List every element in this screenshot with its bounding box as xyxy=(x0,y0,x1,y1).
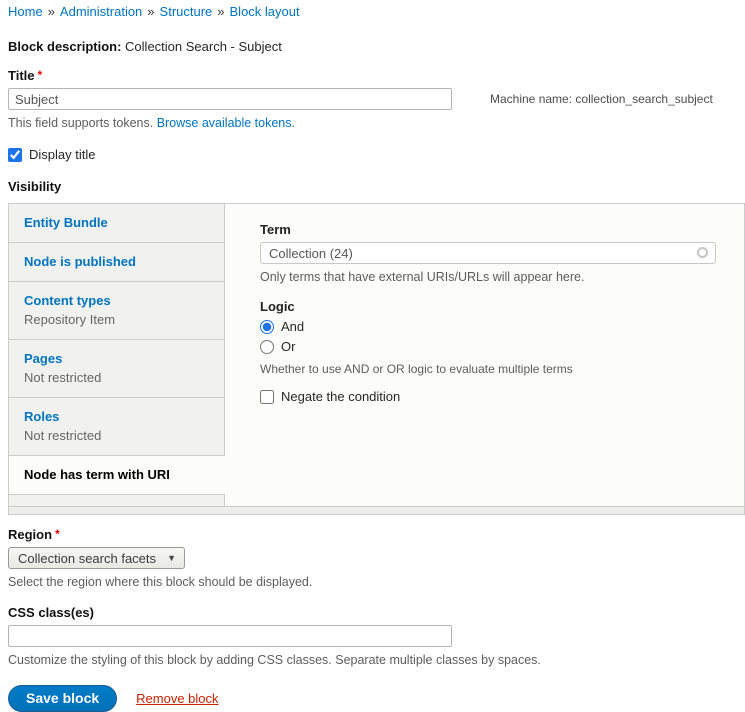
logic-and-radio[interactable] xyxy=(260,320,274,334)
logic-and-label[interactable]: And xyxy=(281,319,304,334)
tab-label: Node has term with URI xyxy=(24,466,210,483)
css-classes-label: CSS class(es) xyxy=(8,605,94,620)
negate-condition-checkbox[interactable] xyxy=(260,390,274,404)
required-mark: * xyxy=(55,527,60,541)
block-description-value: Collection Search - Subject xyxy=(125,39,282,54)
chevron-down-icon: ▼ xyxy=(167,553,176,563)
tab-node-has-term-with-uri[interactable]: Node has term with URI xyxy=(9,455,225,494)
remove-block-link[interactable]: Remove block xyxy=(136,691,218,706)
region-label: Region* xyxy=(8,527,60,542)
logic-or-radio[interactable] xyxy=(260,340,274,354)
tab-label: Node is published xyxy=(24,253,209,270)
title-label: Title* xyxy=(8,68,42,83)
title-input[interactable] xyxy=(8,88,452,110)
tab-summary: Not restricted xyxy=(24,428,209,444)
breadcrumb: Home » Administration » Structure » Block layo… xyxy=(8,4,745,20)
tab-roles[interactable]: Roles Not restricted xyxy=(9,397,225,455)
tabs-menu-filler xyxy=(9,494,225,506)
machine-name: Machine name: collection_search_subject xyxy=(490,92,713,106)
logic-option-and-row: And xyxy=(260,319,716,334)
title-field-group: Title* Machine name: collection_search_s… xyxy=(8,68,745,131)
tab-summary: Not restricted xyxy=(24,370,209,386)
region-help: Select the region where this block shoul… xyxy=(8,575,745,590)
block-description: Block description: Collection Search - S… xyxy=(8,39,745,54)
block-description-label: Block description: xyxy=(8,39,121,54)
region-select[interactable]: Collection search facets ▼ xyxy=(8,547,185,569)
autocomplete-throbber-icon xyxy=(697,247,708,258)
breadcrumb-link-block-layout[interactable]: Block layout xyxy=(230,4,300,19)
css-help: Customize the styling of this block by a… xyxy=(8,653,745,668)
breadcrumb-separator: » xyxy=(217,4,224,19)
tab-summary: Repository Item xyxy=(24,312,209,328)
tab-label: Roles xyxy=(24,408,209,425)
title-help: This field supports tokens. Browse avail… xyxy=(8,116,745,131)
region-field-group: Region* Collection search facets ▼ Selec… xyxy=(8,527,745,590)
tab-pane-node-has-term-with-uri: Term Only terms that have external URIs/… xyxy=(225,204,744,506)
css-classes-input[interactable] xyxy=(8,625,452,647)
breadcrumb-separator: » xyxy=(147,4,154,19)
save-block-button[interactable]: Save block xyxy=(8,685,117,712)
negate-condition-label[interactable]: Negate the condition xyxy=(281,389,400,404)
tab-label: Pages xyxy=(24,350,209,367)
display-title-label[interactable]: Display title xyxy=(29,147,95,162)
block-configure-page: Home » Administration » Structure » Block layo… xyxy=(0,0,745,712)
breadcrumb-link-structure[interactable]: Structure xyxy=(160,4,213,19)
required-mark: * xyxy=(38,68,43,82)
term-label: Term xyxy=(260,222,716,237)
tab-node-is-published[interactable]: Node is published xyxy=(9,242,225,281)
region-selected-value: Collection search facets xyxy=(18,551,156,566)
logic-label: Logic xyxy=(260,299,716,314)
tab-label: Entity Bundle xyxy=(24,214,209,231)
tab-pages[interactable]: Pages Not restricted xyxy=(9,339,225,397)
breadcrumb-link-home[interactable]: Home xyxy=(8,4,43,19)
logic-or-label[interactable]: Or xyxy=(281,339,295,354)
display-title-row: Display title xyxy=(8,147,745,162)
vertical-tabs-menu: Entity Bundle Node is published Content … xyxy=(9,204,225,506)
negate-row: Negate the condition xyxy=(260,389,716,404)
tab-content-types[interactable]: Content types Repository Item xyxy=(9,281,225,339)
tab-entity-bundle[interactable]: Entity Bundle xyxy=(9,204,225,242)
term-autocomplete-input[interactable] xyxy=(260,242,716,264)
logic-option-or-row: Or xyxy=(260,339,716,354)
browse-tokens-link[interactable]: Browse available tokens. xyxy=(157,116,295,130)
visibility-heading: Visibility xyxy=(8,179,745,194)
logic-help: Whether to use AND or OR logic to evalua… xyxy=(260,362,716,376)
css-field-group: CSS class(es) Customize the styling of t… xyxy=(8,605,745,668)
breadcrumb-link-administration[interactable]: Administration xyxy=(60,4,142,19)
vertical-tabs-footer xyxy=(8,507,745,515)
breadcrumb-separator: » xyxy=(48,4,55,19)
tab-label: Content types xyxy=(24,292,209,309)
term-help: Only terms that have external URIs/URLs … xyxy=(260,270,716,285)
visibility-vertical-tabs: Entity Bundle Node is published Content … xyxy=(8,203,745,515)
display-title-checkbox[interactable] xyxy=(8,148,22,162)
form-actions: Save block Remove block xyxy=(8,685,745,712)
